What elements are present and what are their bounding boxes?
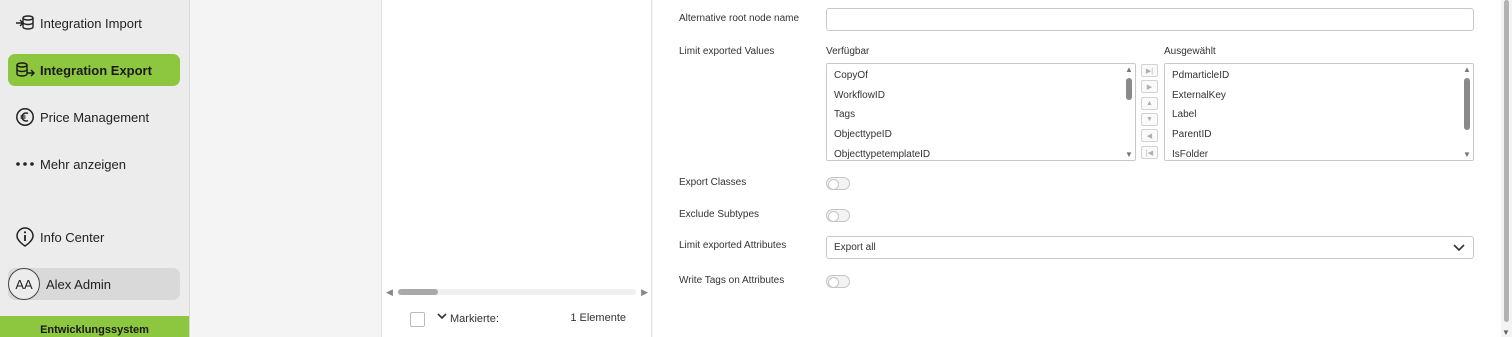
import-icon bbox=[14, 12, 36, 34]
scroll-left-icon[interactable]: ◀ bbox=[386, 287, 393, 298]
sidebar-item-integration-import[interactable]: Integration Import bbox=[8, 7, 180, 39]
write-tags-toggle[interactable] bbox=[826, 275, 850, 288]
scroll-thumb[interactable] bbox=[1504, 0, 1509, 322]
info-icon bbox=[14, 226, 36, 248]
environment-badge: Entwicklungssystem bbox=[0, 316, 189, 337]
export-classes-toggle[interactable] bbox=[826, 177, 850, 190]
list-item[interactable]: ObjecttypetemplateID bbox=[834, 149, 930, 160]
scroll-thumb[interactable] bbox=[398, 289, 438, 295]
list-item[interactable]: IsFolder bbox=[1172, 149, 1208, 160]
selected-header: Ausgewählt bbox=[1164, 46, 1216, 57]
move-right-button[interactable]: ▶ bbox=[1141, 80, 1158, 93]
list-item[interactable]: WorkflowID bbox=[834, 90, 885, 101]
limit-attributes-select[interactable]: Export all bbox=[826, 236, 1474, 259]
list-item[interactable]: Label bbox=[1172, 109, 1196, 120]
user-name: Alex Admin bbox=[46, 276, 112, 292]
marked-count: 1 Elemente bbox=[570, 312, 626, 324]
avatar: AA bbox=[8, 268, 40, 300]
scroll-up-icon[interactable]: ▲ bbox=[1125, 65, 1133, 74]
move-down-button[interactable]: ▼ bbox=[1141, 113, 1158, 126]
limit-attributes-label: Limit exported Attributes bbox=[679, 240, 787, 251]
available-list[interactable]: CopyOf WorkflowID Tags ObjecttypeID Obje… bbox=[826, 63, 1136, 161]
user-menu[interactable]: AA Alex Admin bbox=[8, 268, 180, 300]
root-node-input[interactable] bbox=[826, 8, 1474, 31]
list-item[interactable]: ExternalKey bbox=[1172, 90, 1226, 101]
root-node-label: Alternative root node name bbox=[679, 13, 800, 24]
tree-footer: Markierte: 1 Elemente bbox=[382, 306, 651, 332]
more-dots-icon bbox=[14, 153, 36, 175]
sidebar-item-label: Integration Import bbox=[40, 15, 142, 31]
scroll-up-icon[interactable]: ▲ bbox=[1463, 65, 1471, 74]
exclude-subtypes-toggle[interactable] bbox=[826, 209, 850, 222]
tree-horizontal-scrollbar[interactable]: ◀ ▶ bbox=[386, 286, 648, 298]
content-gap bbox=[190, 0, 380, 337]
chevron-down-icon[interactable] bbox=[437, 311, 447, 323]
write-tags-label: Write Tags on Attributes bbox=[679, 275, 785, 286]
sidebar-item-info-center[interactable]: Info Center bbox=[8, 221, 180, 253]
marked-label: Markierte: bbox=[450, 313, 499, 325]
sidebar-item-integration-export[interactable]: Integration Export bbox=[8, 54, 180, 86]
list-item[interactable]: PdmarticleID bbox=[1172, 70, 1229, 81]
selected-list-scrollbar[interactable]: ▲ ▼ bbox=[1461, 64, 1473, 160]
scroll-down-icon[interactable]: ▼ bbox=[1502, 328, 1510, 337]
selected-list[interactable]: PdmarticleID ExternalKey Label ParentID … bbox=[1164, 63, 1474, 161]
scroll-thumb[interactable] bbox=[1464, 78, 1470, 130]
scroll-down-icon[interactable]: ▼ bbox=[1125, 150, 1133, 159]
tree-panel: ◀ ▶ Markierte: 1 Elemente bbox=[381, 0, 652, 337]
sidebar: Integration Import Integration Export Pr… bbox=[0, 0, 190, 337]
page-vertical-scrollbar[interactable]: ▼ bbox=[1501, 0, 1512, 337]
chevron-down-icon bbox=[1453, 241, 1465, 255]
available-header: Verfügbar bbox=[826, 46, 870, 57]
export-icon bbox=[14, 59, 36, 81]
list-item[interactable]: Tags bbox=[834, 109, 855, 120]
sidebar-item-label: Integration Export bbox=[40, 62, 152, 78]
scroll-down-icon[interactable]: ▼ bbox=[1463, 150, 1471, 159]
list-item[interactable]: CopyOf bbox=[834, 70, 868, 81]
sidebar-item-price-management[interactable]: Price Management bbox=[8, 101, 180, 133]
scroll-thumb[interactable] bbox=[1126, 78, 1132, 100]
export-settings-form: Alternative root node name Limit exporte… bbox=[653, 0, 1501, 337]
sidebar-item-label: Price Management bbox=[40, 109, 150, 125]
sidebar-item-label: Mehr anzeigen bbox=[40, 156, 126, 172]
limit-attributes-value: Export all bbox=[834, 242, 876, 253]
select-all-checkbox[interactable] bbox=[410, 312, 425, 327]
limit-values-label: Limit exported Values bbox=[679, 46, 775, 57]
move-all-left-button[interactable]: |◀ bbox=[1141, 146, 1158, 159]
list-mover-buttons: ▶| ▶ ▲ ▼ ◀ |◀ bbox=[1141, 63, 1159, 161]
scroll-right-icon[interactable]: ▶ bbox=[641, 287, 648, 298]
available-list-scrollbar[interactable]: ▲ ▼ bbox=[1123, 64, 1135, 160]
list-item[interactable]: ObjecttypeID bbox=[834, 129, 892, 140]
sidebar-item-label: Info Center bbox=[40, 229, 105, 245]
sidebar-item-more[interactable]: Mehr anzeigen bbox=[8, 148, 180, 180]
move-up-button[interactable]: ▲ bbox=[1141, 97, 1158, 110]
move-left-button[interactable]: ◀ bbox=[1141, 129, 1158, 142]
move-all-right-button[interactable]: ▶| bbox=[1141, 64, 1158, 77]
euro-icon bbox=[14, 106, 36, 128]
app-root: Integration Import Integration Export Pr… bbox=[0, 0, 1512, 337]
list-item[interactable]: ParentID bbox=[1172, 129, 1211, 140]
export-classes-label: Export Classes bbox=[679, 177, 747, 188]
exclude-subtypes-label: Exclude Subtypes bbox=[679, 209, 760, 220]
